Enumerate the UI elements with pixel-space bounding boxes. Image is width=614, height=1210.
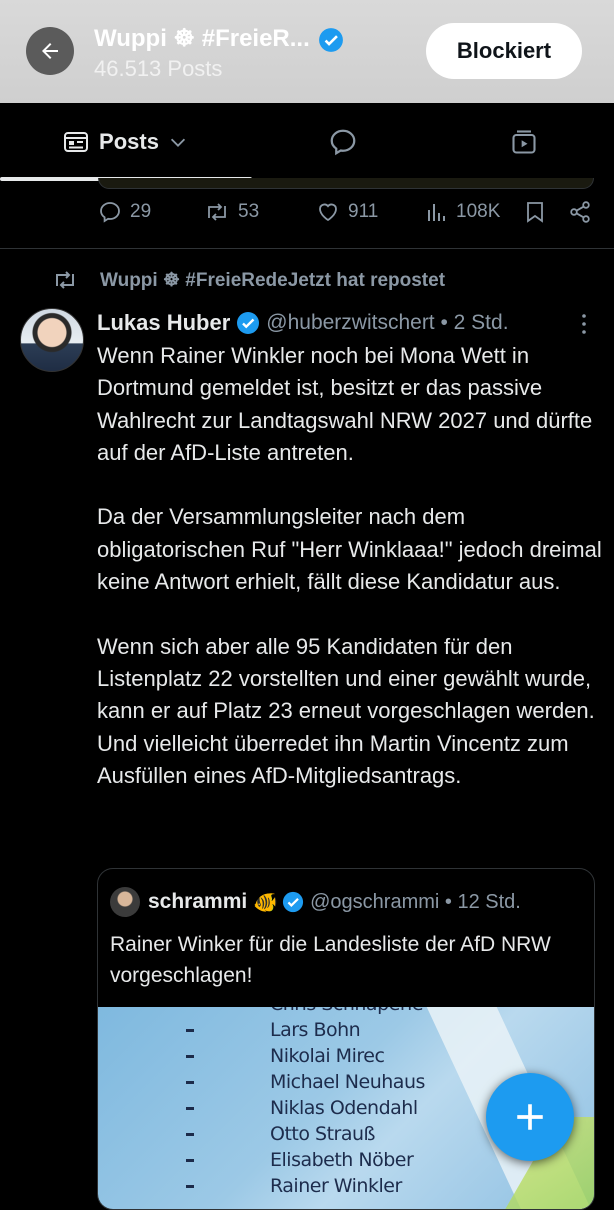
timeline-icon [64, 131, 89, 152]
repost-button[interactable]: 53 [204, 200, 259, 224]
verified-badge-icon [237, 312, 260, 334]
image-list-row: Rainer Winkler [98, 1175, 594, 1201]
share-button[interactable] [568, 200, 592, 224]
repost-notice-text: Wuppi ☸ #FreieRedeJetzt hat repostet [100, 269, 446, 291]
repost-notice[interactable]: Wuppi ☸ #FreieRedeJetzt hat repostet [52, 268, 445, 292]
views-icon [428, 204, 445, 221]
image-list-row: Lars Bohn [98, 1019, 594, 1045]
repost-count: 53 [238, 201, 260, 222]
previous-post-actions: 29 53 911 108K [0, 200, 614, 236]
author-name[interactable]: Lukas Huber [97, 310, 230, 336]
profile-name: Wuppi ☸ #FreieR... [94, 25, 310, 52]
tweet-paragraph: Wenn Rainer Winkler noch bei Mona Wett i… [97, 343, 593, 465]
tab-replies[interactable] [252, 103, 434, 180]
tab-posts[interactable]: Posts [0, 103, 252, 180]
tweet-paragraph: Wenn sich aber alle 95 Kandidaten für de… [97, 633, 595, 788]
reply-icon [100, 202, 120, 223]
avatar[interactable] [20, 308, 84, 372]
tweet-paragraph: Da der Versammlungsleiter nach dem oblig… [97, 504, 602, 595]
verified-badge-icon [319, 28, 343, 52]
repost-icon [208, 203, 226, 221]
more-options-icon[interactable] [572, 312, 596, 336]
back-button[interactable] [26, 27, 74, 75]
bookmark-button[interactable] [524, 200, 546, 224]
plus-icon [517, 1104, 543, 1130]
views-count: 108K [456, 201, 501, 222]
previous-post-media[interactable] [98, 178, 594, 189]
tab-posts-label: Posts [99, 128, 159, 154]
replies-icon [330, 129, 356, 155]
quoted-text: Rainer Winker für die Landesliste der Af… [110, 933, 551, 987]
image-list-row: Nikolai Mirec [98, 1045, 594, 1071]
arrow-left-icon [42, 43, 58, 59]
image-list-row: Chris Schnaperle [98, 1007, 594, 1019]
reply-button[interactable]: 29 [98, 200, 151, 224]
post-divider [0, 248, 614, 249]
chevron-down-icon [170, 138, 186, 147]
heart-icon [319, 203, 337, 222]
compose-button[interactable] [486, 1073, 574, 1161]
profile-header: Wuppi ☸ #FreieR... 46.513 Posts Blockier… [0, 0, 614, 103]
reply-count: 29 [130, 201, 152, 222]
tweet-text: Wenn Rainer Winkler noch bei Mona Wett i… [97, 340, 602, 824]
fish-emoji: 🐠 [253, 891, 279, 914]
tab-media[interactable] [434, 103, 614, 180]
quoted-author-name: schrammi [148, 890, 248, 913]
share-icon [570, 201, 590, 223]
posts-count: 46.513 Posts [94, 56, 223, 81]
quoted-avatar [110, 887, 140, 917]
tweet-header: Lukas Huber @huberzwitschert • 2 Std. [97, 308, 509, 338]
views-button[interactable]: 108K [426, 200, 500, 224]
quoted-tweet-header: schrammi 🐠 @ogschrammi • 12 Std. [110, 887, 521, 917]
verified-badge-icon [283, 891, 304, 913]
quoted-handle-time: @ogschrammi • 12 Std. [310, 890, 521, 913]
media-icon [512, 129, 536, 154]
like-button[interactable]: 911 [316, 200, 378, 224]
profile-tabs: Posts [0, 103, 614, 181]
blocked-button[interactable]: Blockiert [426, 23, 582, 79]
like-count: 911 [348, 201, 379, 222]
repost-icon [56, 271, 74, 289]
author-handle-time[interactable]: @huberzwitschert • 2 Std. [266, 311, 508, 335]
bookmark-icon [527, 202, 543, 223]
